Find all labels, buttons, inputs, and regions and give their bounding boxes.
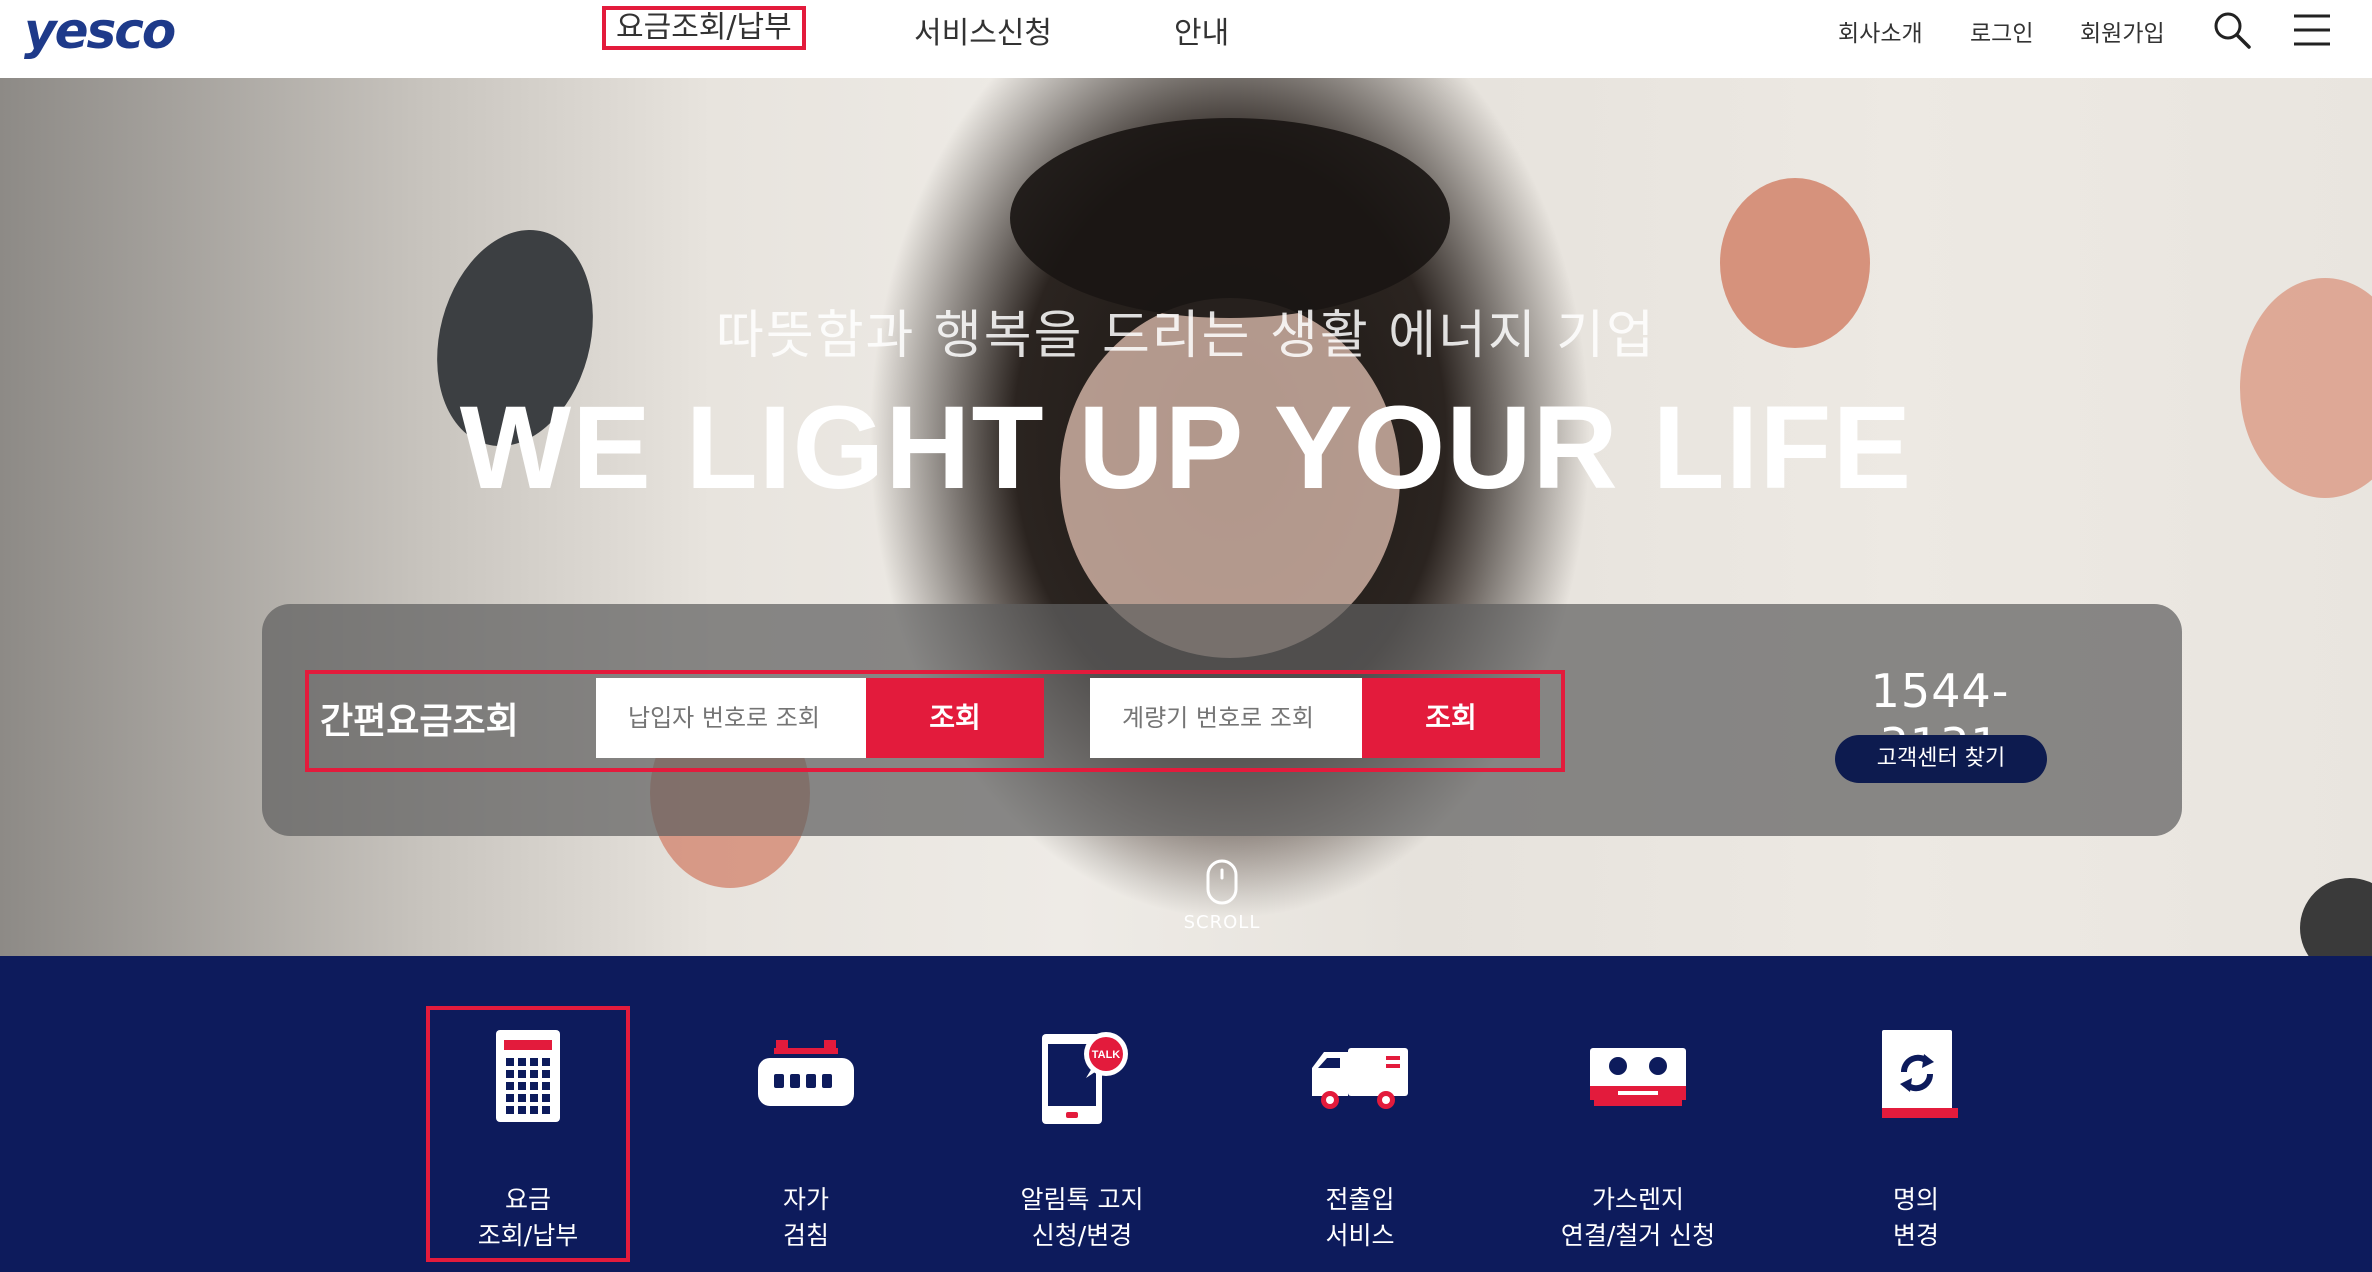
hero-banner: 따뜻함과 행복을 드리는 생활 에너지 기업 WE LIGHT UP YOUR … [0,78,2372,956]
svg-text:TALK: TALK [1092,1049,1121,1061]
gas-meter-icon [758,1040,854,1106]
name-change-icon [1882,1030,1958,1118]
service-label: 명의 변경 [1892,1185,1939,1250]
meter-search-button[interactable]: 조회 [1362,678,1540,758]
hero-title: WE LIGHT UP YOUR LIFE [459,382,1913,514]
meter-number-input[interactable] [1090,678,1362,758]
polka-dot-decoration [2300,878,2372,956]
hamburger-menu-icon[interactable] [2292,10,2332,50]
nav-service-request[interactable]: 서비스신청 [914,8,1052,52]
customer-center-button[interactable]: 고객센터 찾기 [1835,735,2047,783]
quick-billing-label: 간편요금조회 [320,701,519,742]
mouse-icon [1206,859,1238,905]
nav-billing[interactable]: 요금조회/납부 [602,6,806,50]
util-signup[interactable]: 회원가입 [2080,14,2165,48]
search-icon[interactable] [2212,10,2252,50]
hero-subtitle: 따뜻함과 행복을 드리는 생활 에너지 기업 [716,306,1656,366]
util-company-info[interactable]: 회사소개 [1838,14,1923,48]
payer-search-button[interactable]: 조회 [866,678,1044,758]
site-header: yesco 요금조회/납부 서비스신청 안내 회사소개 로그인 회원가입 [0,0,2372,78]
service-label: 알림톡 고지 신청/변경 [1020,1185,1144,1250]
service-billing-highlight [426,1006,630,1262]
service-shortcuts: 요금 조회/납부 자가 검침 TALK 알림톡 고지 신청/변경 전출입 서비스… [0,956,2372,1272]
moving-truck-icon [1312,1048,1408,1109]
service-label: 가스렌지 연결/철거 신청 [1560,1185,1716,1250]
yesco-logo[interactable]: yesco [24,2,176,60]
scroll-label: SCROLL [1183,912,1261,933]
logo-text: yesco [24,2,176,60]
service-label: 전출입 서비스 [1325,1185,1395,1250]
payer-number-input[interactable] [596,678,866,758]
util-login[interactable]: 로그인 [1970,14,2033,48]
nav-guide[interactable]: 안내 [1174,8,1229,52]
child-hair-decoration [1010,118,1450,318]
gas-range-icon [1590,1048,1686,1106]
mobile-talk-icon: TALK [1042,1032,1128,1124]
service-label: 자가 검침 [782,1185,829,1250]
scroll-indicator[interactable]: SCROLL [1172,858,1272,933]
